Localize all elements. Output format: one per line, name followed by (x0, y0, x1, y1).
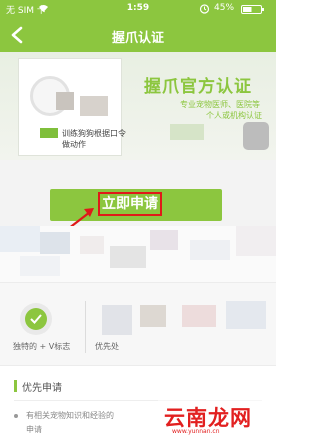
blurred-region (102, 305, 132, 335)
section-marker (14, 380, 17, 392)
certification-title: 握爪官方认证 (144, 77, 252, 97)
certification-banner: 训练狗狗根据口令 做动作 握爪官方认证 专业宠物医师、医院等 个人或机构认证 (0, 52, 276, 160)
status-bar: 无 SIM 卡 1:59 45% (0, 0, 276, 18)
benefits-section: 独特的 + V标志 优先处 (0, 282, 276, 366)
priority-description: 申请 (26, 425, 42, 434)
blurred-region (226, 301, 266, 329)
card-badge (40, 128, 58, 138)
alarm-icon (199, 4, 210, 14)
benefit-label: 独特的 + V标志 (13, 342, 71, 351)
blurred-region (80, 96, 108, 116)
clock: 1:59 (126, 3, 150, 13)
card-caption: 做动作 (62, 140, 86, 149)
nav-bar: 握爪认证 (0, 18, 276, 52)
app-badge-icon (243, 122, 269, 150)
blurred-region (56, 92, 74, 110)
blurred-region (182, 305, 216, 327)
blurred-region (140, 305, 166, 327)
priority-description: 有相关宠物知识和经验的 (26, 411, 114, 420)
benefit-label: 优先处 (95, 342, 119, 351)
bullet-icon (14, 414, 18, 418)
apply-now-label[interactable]: 立即申请 (98, 192, 162, 216)
divider (85, 301, 86, 353)
blurred-region (170, 124, 204, 140)
page-title: 握爪认证 (111, 31, 164, 46)
section-heading: 优先申请 (22, 383, 62, 394)
battery-percent: 45% (214, 3, 235, 13)
certification-subtitle: 个人或机构认证 (206, 111, 262, 120)
watermark-url: www.yunnan.cn (172, 428, 220, 435)
certification-subtitle: 专业宠物医师、医院等 (180, 100, 260, 109)
watermark: 云南龙网 www.yunnan.cn (158, 400, 276, 437)
blurred-region (0, 226, 276, 282)
card-caption: 训练狗狗根据口令 (62, 129, 126, 138)
check-badge-icon (20, 303, 52, 335)
battery-icon (241, 5, 264, 14)
